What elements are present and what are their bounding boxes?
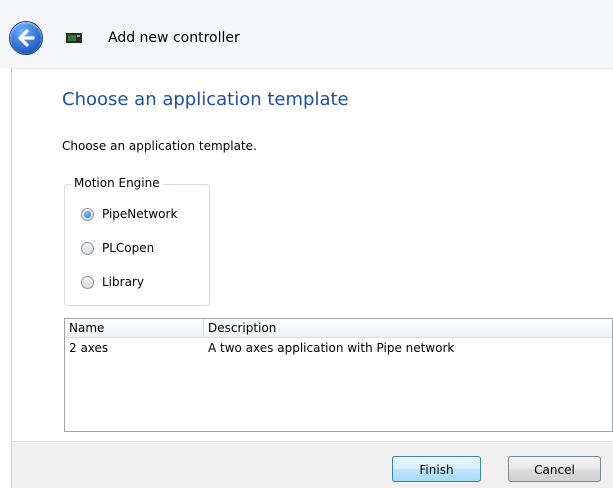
instruction-text: Choose an application template.	[62, 139, 257, 153]
controller-icon	[66, 33, 82, 43]
radio-library[interactable]: Library	[81, 273, 144, 291]
radio-button[interactable]	[81, 275, 94, 289]
back-button[interactable]	[10, 22, 42, 54]
radio-label: Library	[102, 275, 144, 289]
template-list[interactable]: Name Description 2 axes A two axes appli…	[64, 318, 613, 432]
radio-label: PipeNetwork	[102, 207, 178, 221]
column-header-name[interactable]: Name	[69, 321, 104, 335]
back-arrow-icon	[18, 29, 35, 47]
row-name: 2 axes	[69, 341, 109, 355]
cancel-button[interactable]: Cancel	[508, 456, 601, 482]
button-bar: Finish Cancel	[11, 441, 613, 488]
motion-engine-group: Motion Engine PipeNetwork PLCopen Librar…	[64, 176, 210, 306]
list-header: Name Description	[65, 319, 612, 338]
radio-button-checked[interactable]	[81, 207, 94, 221]
column-header-description[interactable]: Description	[208, 321, 276, 335]
window-title: Add new controller	[108, 30, 240, 46]
radio-button[interactable]	[81, 241, 94, 255]
title-bar: Add new controller	[0, 0, 613, 68]
radio-plcopen[interactable]: PLCopen	[81, 239, 154, 257]
wizard-content: Choose an application template Choose an…	[11, 68, 613, 442]
column-divider[interactable]	[203, 319, 204, 337]
radio-label: PLCopen	[102, 241, 155, 255]
radio-pipenetwork[interactable]: PipeNetwork	[81, 205, 177, 223]
row-description: A two axes application with Pipe network	[208, 341, 455, 355]
motion-engine-label: Motion Engine	[71, 176, 163, 190]
table-row[interactable]: 2 axes A two axes application with Pipe …	[65, 338, 612, 358]
finish-button[interactable]: Finish	[392, 456, 481, 482]
page-heading: Choose an application template	[62, 89, 349, 110]
